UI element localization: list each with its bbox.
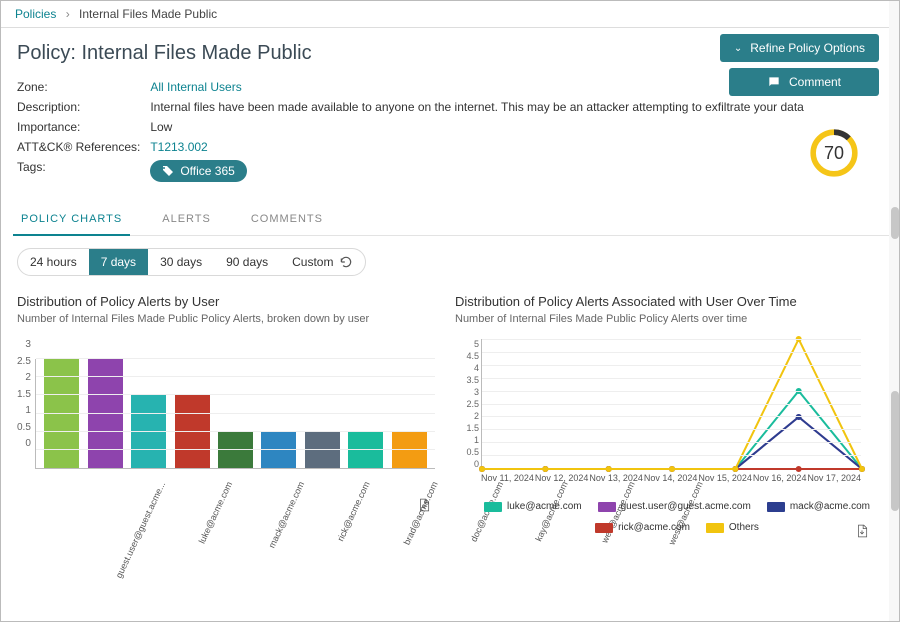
legend-item[interactable]: mack@acme.com (767, 501, 870, 512)
chevron-down-icon: ⌄ (734, 43, 742, 54)
tag-icon (162, 165, 174, 177)
legend-label: luke@acme.com (507, 501, 582, 512)
line-xtick: Nov 17, 2024 (807, 473, 861, 483)
download-icon[interactable] (417, 497, 431, 513)
chart2-title: Distribution of Policy Alerts Associated… (455, 294, 873, 309)
legend-label: mack@acme.com (790, 501, 870, 512)
range-90d[interactable]: 90 days (214, 249, 280, 275)
line-point (732, 466, 738, 472)
meta-attck-key: ATT&CK® References: (17, 137, 150, 157)
line-xtick: Nov 12, 2024 (535, 473, 589, 483)
breadcrumb: Policies › Internal Files Made Public (1, 1, 889, 28)
refine-policy-label: Refine Policy Options (750, 41, 865, 55)
tab-policy-charts[interactable]: POLICY CHARTS (17, 205, 126, 235)
attck-link[interactable]: T1213.002 (150, 140, 207, 154)
score-value: 70 (809, 128, 859, 178)
scrollbar-thumb[interactable] (891, 207, 899, 239)
line-point (669, 466, 675, 472)
line-xtick: Nov 11, 2024 (481, 473, 534, 483)
tab-comments[interactable]: COMMENTS (247, 205, 327, 235)
legend-item[interactable]: luke@acme.com (484, 501, 582, 512)
meta-importance-value: Low (150, 117, 812, 137)
breadcrumb-root-link[interactable]: Policies (15, 7, 56, 21)
line-point (796, 466, 802, 472)
meta-desc-value: Internal files have been made available … (150, 97, 812, 117)
line-xtick: Nov 14, 2024 (644, 473, 698, 483)
line-xtick: Nov 13, 2024 (589, 473, 643, 483)
legend-swatch (598, 502, 616, 512)
tag-chip[interactable]: Office 365 (150, 160, 246, 182)
line-xtick: Nov 15, 2024 (698, 473, 752, 483)
bar-xtick: luke@acme.com (197, 480, 234, 545)
meta-importance-key: Importance: (17, 117, 150, 137)
chart2-subtitle: Number of Internal Files Made Public Pol… (455, 313, 873, 325)
download-icon[interactable] (855, 523, 869, 539)
bar-xtick: rick@acme.com (335, 480, 371, 543)
legend-item[interactable]: guest.user@guest.acme.com (598, 501, 751, 512)
line-xtick: Nov 16, 2024 (753, 473, 807, 483)
line-point (542, 466, 548, 472)
chart1-title: Distribution of Policy Alerts by User (17, 294, 435, 309)
bar-xtick: mack@acme.com (267, 480, 307, 550)
time-range-selector: 24 hours 7 days 30 days 90 days Custom (17, 248, 366, 276)
legend-label: rick@acme.com (618, 522, 690, 533)
range-30d[interactable]: 30 days (148, 249, 214, 275)
meta-desc-key: Description: (17, 97, 150, 117)
range-custom[interactable]: Custom (280, 249, 365, 275)
range-7d[interactable]: 7 days (89, 249, 148, 275)
refresh-icon (339, 255, 353, 269)
legend-swatch (595, 523, 613, 533)
meta-zone-key: Zone: (17, 77, 150, 97)
tag-label: Office 365 (180, 164, 234, 178)
bar-xtick: brad@acme.com (402, 480, 440, 546)
comment-label: Comment (789, 75, 841, 89)
legend-item[interactable]: rick@acme.com (595, 522, 690, 533)
comment-icon (767, 75, 781, 89)
tab-alerts[interactable]: ALERTS (158, 205, 215, 235)
bar (175, 395, 210, 468)
bar (131, 395, 166, 468)
refine-policy-button[interactable]: ⌄ Refine Policy Options (720, 34, 879, 62)
legend-swatch (484, 502, 502, 512)
line-point (859, 466, 865, 472)
bar-xtick: guest.user@guest.acme... (114, 480, 168, 580)
legend-swatch (706, 523, 724, 533)
chevron-right-icon: › (66, 7, 70, 21)
range-custom-label: Custom (292, 255, 333, 269)
legend-label: Others (729, 522, 759, 533)
meta-tags-key: Tags: (17, 157, 150, 185)
zone-link[interactable]: All Internal Users (150, 80, 241, 94)
score-ring: 70 (809, 128, 859, 178)
bar-chart: 32.521.510.50 guest.user@guest.acme...lu… (17, 339, 435, 483)
range-24h[interactable]: 24 hours (18, 249, 89, 275)
scrollbar-track[interactable] (889, 1, 899, 621)
scrollbar-thumb[interactable] (891, 391, 899, 511)
chart1-subtitle: Number of Internal Files Made Public Pol… (17, 313, 435, 325)
legend-label: guest.user@guest.acme.com (621, 501, 751, 512)
comment-button[interactable]: Comment (729, 68, 879, 96)
legend-swatch (767, 502, 785, 512)
line-point (606, 466, 612, 472)
legend-item[interactable]: Others (706, 522, 759, 533)
line-chart: 54.543.532.521.510.50 Nov 11, 2024Nov 12… (455, 339, 873, 533)
breadcrumb-current: Internal Files Made Public (79, 7, 217, 21)
line-point (479, 466, 485, 472)
